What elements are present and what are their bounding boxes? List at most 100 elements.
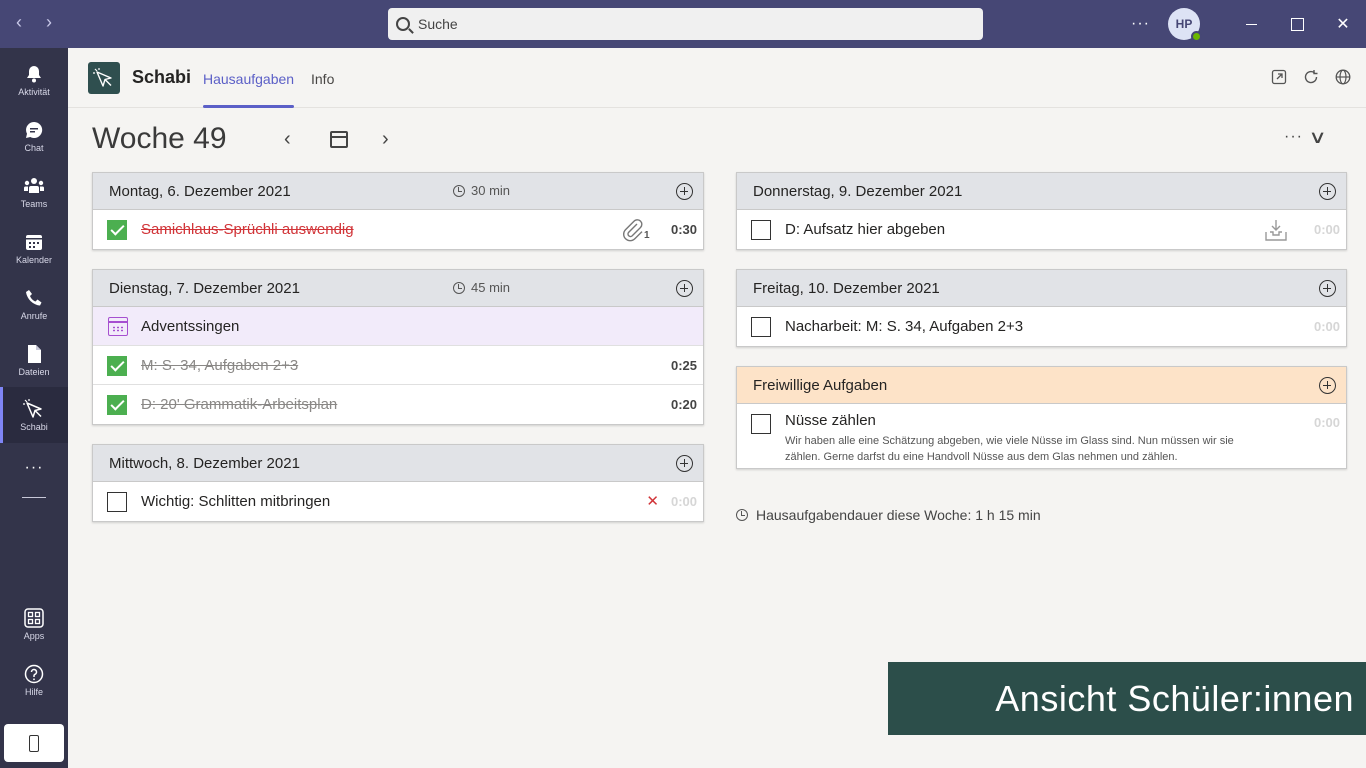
calendar-picker-icon[interactable] (330, 131, 348, 148)
schabi-icon (23, 398, 42, 418)
checkbox-checked[interactable] (107, 356, 127, 376)
task-row[interactable]: Nüsse zählen 0:00 Wir haben alle eine Sc… (737, 404, 1346, 468)
app-rail: Aktivität Chat Teams Kalender Anrufe Dat… (0, 48, 68, 768)
file-icon (28, 344, 41, 363)
tab-info[interactable]: Info (311, 71, 334, 87)
add-task-icon[interactable] (676, 455, 693, 472)
rail-label: Apps (23, 630, 45, 641)
day-title: Donnerstag, 9. Dezember 2021 (753, 182, 963, 200)
apps-icon (24, 607, 44, 628)
teams-icon (24, 177, 44, 193)
add-task-icon[interactable] (676, 280, 693, 297)
rail-item-aktivitaet[interactable]: Aktivität (0, 52, 68, 108)
event-row[interactable]: Adventssingen (93, 307, 703, 346)
chevron-down-icon[interactable]: ∨ (1308, 127, 1326, 148)
add-task-icon[interactable] (1319, 183, 1336, 200)
checkbox-unchecked[interactable] (107, 492, 127, 512)
more-options-icon[interactable]: ··· (1284, 128, 1303, 146)
week-title: Woche 49 (92, 122, 227, 155)
calendar-icon (26, 234, 42, 250)
rail-label: Anrufe (20, 310, 48, 321)
day-title: Montag, 6. Dezember 2021 (109, 182, 291, 200)
more-dots-icon: ··· (24, 459, 44, 476)
maximize-icon[interactable] (1274, 0, 1320, 48)
bell-icon (27, 65, 41, 82)
day-title: Freitag, 10. Dezember 2021 (753, 279, 940, 297)
task-row[interactable]: D: Aufsatz hier abgeben 0:00 (737, 210, 1346, 249)
schabi-logo-icon (88, 62, 120, 94)
rail-label: Teams (20, 198, 48, 209)
rail-item-apps[interactable]: Apps (0, 596, 68, 652)
task-row[interactable]: Nacharbeit: M: S. 34, Aufgaben 2+3 0:00 (737, 307, 1346, 346)
task-time: 0:00 (1313, 222, 1340, 237)
paperclip-icon[interactable] (621, 218, 645, 242)
day-card-thursday: Donnerstag, 9. Dezember 2021 D: Aufsatz … (736, 172, 1347, 250)
checkbox-checked[interactable] (107, 395, 127, 415)
popout-icon[interactable] (1270, 68, 1288, 86)
rail-item-teams[interactable]: Teams (0, 164, 68, 220)
attachment-count: 1 (644, 230, 650, 241)
optional-tasks-card: Freiwillige Aufgaben Nüsse zählen 0:00 W… (736, 366, 1347, 469)
task-row[interactable]: D: 20' Grammatik-Arbeitsplan 0:20 (93, 385, 703, 424)
checkbox-unchecked[interactable] (751, 317, 771, 337)
task-text: D: Aufsatz hier abgeben (785, 221, 946, 238)
checkbox-unchecked[interactable] (751, 220, 771, 240)
day-duration: 45 min (453, 280, 510, 295)
rail-divider (22, 497, 46, 498)
event-calendar-icon (108, 317, 128, 336)
submit-download-icon[interactable] (1264, 218, 1288, 242)
day-header: Dienstag, 7. Dezember 2021 45 min (93, 270, 703, 307)
mobile-download-button[interactable] (4, 724, 64, 762)
close-icon[interactable]: ✕ (1320, 0, 1366, 48)
rail-item-kalender[interactable]: Kalender (0, 220, 68, 276)
optional-title: Freiwillige Aufgaben (753, 376, 888, 394)
search-box[interactable] (388, 8, 983, 40)
rail-label: Chat (24, 142, 44, 153)
day-header: Mittwoch, 8. Dezember 2021 (93, 445, 703, 482)
task-time: 0:00 (670, 494, 697, 509)
rail-label: Schabi (20, 421, 48, 432)
checkbox-checked[interactable] (107, 220, 127, 240)
avatar[interactable]: HP (1168, 8, 1202, 42)
task-text: Nacharbeit: M: S. 34, Aufgaben 2+3 (785, 318, 1024, 335)
rail-item-hilfe[interactable]: Hilfe (0, 652, 68, 708)
rail-label: Dateien (18, 366, 50, 377)
rail-item-schabi[interactable]: Schabi (0, 387, 68, 443)
checkbox-unchecked[interactable] (751, 414, 771, 434)
duration-text: 30 min (471, 183, 511, 198)
task-time: 0:00 (1313, 415, 1340, 430)
rail-item-chat[interactable]: Chat (0, 108, 68, 164)
remove-icon[interactable]: ✕ (646, 492, 659, 510)
tab-hausaufgaben[interactable]: Hausaufgaben (203, 71, 295, 108)
app-header: Schabi Hausaufgaben Info (68, 48, 1366, 108)
avatar-initials: HP (1175, 17, 1193, 31)
add-task-icon[interactable] (1319, 377, 1336, 394)
search-input[interactable] (418, 16, 958, 32)
task-text: D: 20' Grammatik-Arbeitsplan (141, 396, 338, 413)
more-options-icon[interactable]: ··· (1131, 15, 1150, 33)
add-task-icon[interactable] (676, 183, 693, 200)
add-task-icon[interactable] (1319, 280, 1336, 297)
day-header: Freitag, 10. Dezember 2021 (737, 270, 1346, 307)
back-arrow-icon[interactable]: ‹ (10, 12, 28, 33)
previous-week-icon[interactable]: ‹ (284, 128, 291, 151)
rail-item-anrufe[interactable]: Anrufe (0, 276, 68, 332)
day-card-friday: Freitag, 10. Dezember 2021 Nacharbeit: M… (736, 269, 1347, 347)
task-row[interactable]: Wichtig: Schlitten mitbringen ✕ 0:00 (93, 482, 703, 521)
rail-item-dateien[interactable]: Dateien (0, 332, 68, 388)
more-apps-button[interactable]: ··· (0, 440, 68, 496)
task-row[interactable]: Samichlaus-Sprüchli auswendig 1 0:30 (93, 210, 703, 249)
optional-header: Freiwillige Aufgaben (737, 367, 1346, 404)
app-name: Schabi (132, 67, 192, 87)
next-week-icon[interactable]: › (382, 128, 389, 151)
day-card-tuesday: Dienstag, 7. Dezember 2021 45 min Advent… (92, 269, 704, 425)
minimize-icon[interactable] (1228, 0, 1274, 48)
clock-icon (453, 184, 465, 197)
task-row[interactable]: M: S. 34, Aufgaben 2+3 0:25 (93, 346, 703, 385)
day-title: Dienstag, 7. Dezember 2021 (109, 279, 300, 297)
task-text: Samichlaus-Sprüchli auswendig (141, 221, 354, 238)
chat-icon (26, 121, 43, 138)
forward-arrow-icon[interactable]: › (40, 12, 58, 33)
reload-icon[interactable] (1302, 68, 1320, 86)
globe-icon[interactable] (1334, 68, 1352, 86)
